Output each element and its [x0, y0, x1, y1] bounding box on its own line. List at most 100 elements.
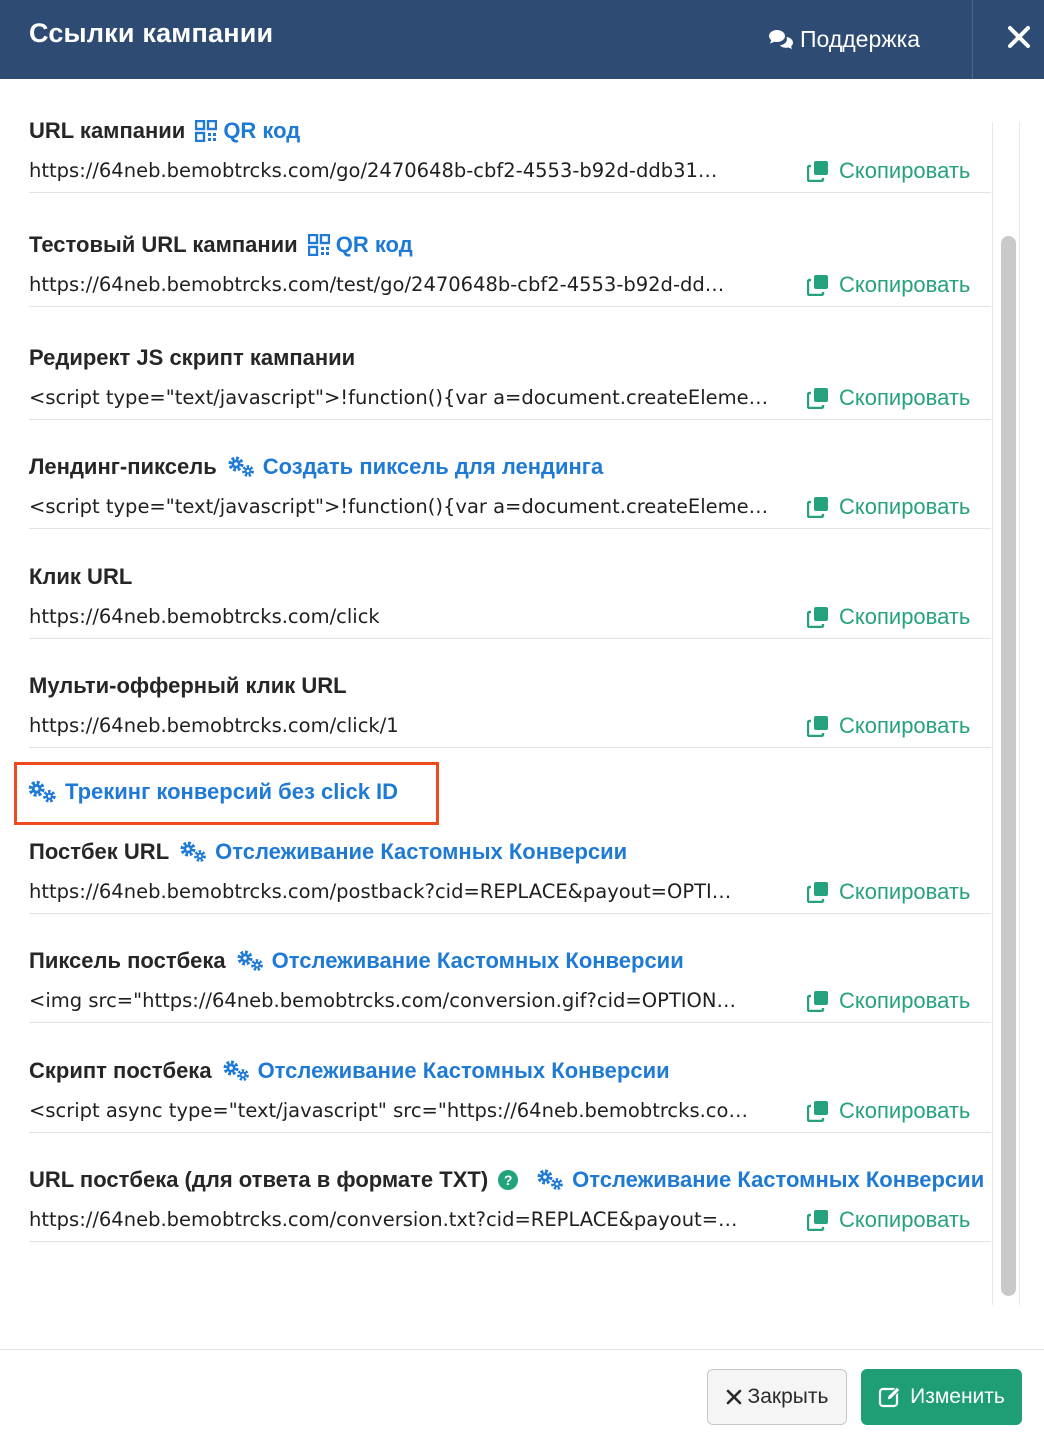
copy-label: Скопировать [839, 158, 971, 183]
link-item-postback-txt-url: URL постбека (для ответа в формате TXT) … [29, 1162, 991, 1242]
custom-conversions-link[interactable]: Отслеживание Кастомных Конверсии [236, 943, 684, 979]
copy-icon [807, 497, 828, 518]
tracking-without-click-id-link[interactable]: Трекинг конверсий без click ID [27, 779, 398, 805]
gears-icon [28, 780, 56, 803]
copy-icon [807, 1101, 828, 1122]
value-row: <script type="text/javascript">!function… [29, 376, 991, 420]
value-row: https://64neb.bemobtrcks.com/click Скопи… [29, 595, 991, 639]
link-item-click-url: Клик URL https://64neb.bemobtrcks.com/cl… [29, 559, 991, 639]
link-item-campaign-url: URL кампании QR код https://64neb.bemobt… [29, 113, 991, 193]
postback-pixel-value: <img src="https://64neb.bemobtrcks.com/c… [29, 989, 736, 1012]
copy-label: Скопировать [839, 988, 971, 1013]
tracking-without-click-id-label: Трекинг конверсий без click ID [65, 779, 399, 804]
postback-url-value: https://64neb.bemobtrcks.com/postback?ci… [29, 880, 732, 903]
copy-button[interactable]: Скопировать [807, 491, 970, 523]
copy-button[interactable]: Скопировать [807, 269, 970, 301]
item-label: Лендинг-пиксель [29, 454, 217, 479]
copy-label: Скопировать [839, 385, 971, 410]
copy-button[interactable]: Скопировать [807, 1204, 970, 1236]
value-row: <img src="https://64neb.bemobtrcks.com/c… [29, 979, 991, 1023]
support-link[interactable]: Поддержка [768, 24, 920, 54]
copy-button[interactable]: Скопировать [807, 382, 970, 414]
qr-icon [195, 120, 218, 142]
gears-icon [537, 1169, 564, 1190]
custom-conversions-link[interactable]: Отслеживание Кастомных Конверсии [222, 1053, 670, 1089]
custom-conversions-label: Отслеживание Кастомных Конверсии [271, 948, 684, 973]
postback-script-value: <script async type="text/javascript" src… [29, 1099, 748, 1122]
link-item-multi-offer-click-url: Мульти-офферный клик URL https://64neb.b… [29, 668, 991, 748]
value-row: https://64neb.bemobtrcks.com/click/1 Ско… [29, 704, 991, 748]
copy-button[interactable]: Скопировать [807, 710, 970, 742]
copy-label: Скопировать [839, 1207, 971, 1232]
create-landing-pixel-label: Создать пиксель для лендинга [262, 454, 604, 479]
value-row: https://64neb.bemobtrcks.com/test/go/247… [29, 263, 991, 307]
click-url-value: https://64neb.bemobtrcks.com/click [29, 605, 380, 628]
header-divider [972, 0, 973, 79]
copy-icon [807, 388, 828, 409]
scrollbar-thumb[interactable] [1001, 236, 1016, 1296]
edit-icon [879, 1386, 901, 1408]
copy-label: Скопировать [839, 604, 971, 629]
close-icon[interactable] [996, 14, 1042, 60]
qr-code-link-label: QR код [223, 118, 301, 143]
copy-label: Скопировать [839, 494, 971, 519]
link-item-postback-script: Скрипт постбека Отслеживание Кастомных К… [29, 1053, 991, 1133]
item-label: Скрипт постбека [29, 1058, 212, 1083]
qr-code-link[interactable]: QR код [307, 227, 413, 263]
copy-button[interactable]: Скопировать [807, 876, 970, 908]
gears-icon [228, 456, 254, 477]
copy-button[interactable]: Скопировать [807, 155, 970, 187]
copy-icon [807, 1210, 828, 1231]
link-item-test-url: Тестовый URL кампании QR код https://64n… [29, 227, 991, 307]
copy-button[interactable]: Скопировать [807, 985, 970, 1017]
edit-button-label: Изменить [910, 1385, 1005, 1408]
link-item-redirect-js: Редирект JS скрипт кампании <script type… [29, 340, 991, 420]
modal-body: URL кампании QR код https://64neb.bemobt… [0, 79, 1044, 1349]
test-url-value: https://64neb.bemobtrcks.com/test/go/247… [29, 273, 725, 296]
help-icon[interactable]: ? [498, 1170, 519, 1190]
value-row: https://64neb.bemobtrcks.com/postback?ci… [29, 870, 991, 914]
item-label: URL постбека (для ответа в формате TXT) [29, 1167, 489, 1192]
copy-icon [807, 607, 828, 628]
copy-button[interactable]: Скопировать [807, 601, 970, 633]
item-label: Постбек URL [29, 839, 170, 864]
close-button-label: Закрыть [747, 1385, 829, 1408]
create-landing-pixel-link[interactable]: Создать пиксель для лендинга [227, 449, 603, 485]
campaign-url-value: https://64neb.bemobtrcks.com/go/2470648b… [29, 159, 718, 182]
gears-icon [223, 1060, 249, 1081]
item-label: Тестовый URL кампании [29, 232, 298, 257]
edit-button[interactable]: Изменить [861, 1369, 1022, 1425]
custom-conversions-label: Отслеживание Кастомных Конверсии [257, 1058, 670, 1083]
qr-icon [307, 234, 330, 256]
gears-icon [237, 950, 263, 971]
copy-label: Скопировать [839, 1098, 971, 1123]
value-row: <script async type="text/javascript" src… [29, 1089, 991, 1133]
copy-label: Скопировать [839, 879, 971, 904]
copy-button[interactable]: Скопировать [807, 1095, 970, 1127]
custom-conversions-link[interactable]: Отслеживание Кастомных Конверсии [179, 834, 627, 870]
item-label: Мульти-офферный клик URL [29, 673, 347, 698]
copy-icon [807, 882, 828, 903]
copy-icon [807, 991, 828, 1012]
link-item-postback-url: Постбек URL Отслеживание Кастомных Конве… [29, 834, 991, 914]
support-label: Поддержка [800, 25, 920, 52]
modal-header: Ссылки кампании Поддержка [0, 0, 1044, 79]
value-row: <script type="text/javascript">!function… [29, 485, 991, 529]
copy-label: Скопировать [839, 272, 971, 297]
link-item-landing-pixel: Лендинг-пиксель Создать пиксель для ленд… [29, 449, 991, 529]
qr-code-link[interactable]: QR код [195, 113, 300, 149]
postback-txt-url-value: https://64neb.bemobtrcks.com/conversion.… [29, 1208, 738, 1231]
copy-icon [807, 275, 828, 296]
chat-icon [769, 30, 793, 49]
close-button[interactable]: Закрыть [707, 1369, 847, 1425]
item-label: URL кампании [29, 118, 186, 143]
redirect-js-value: <script type="text/javascript">!function… [29, 386, 769, 409]
item-label: Пиксель постбека [29, 948, 226, 973]
custom-conversions-link[interactable]: Отслеживание Кастомных Конверсии [536, 1162, 984, 1198]
item-label: Редирект JS скрипт кампании [29, 345, 356, 370]
gears-icon [180, 841, 207, 862]
value-row: https://64neb.bemobtrcks.com/conversion.… [29, 1198, 991, 1242]
custom-conversions-label: Отслеживание Кастомных Конверсии [215, 839, 628, 864]
modal-title: Ссылки кампании [29, 18, 274, 48]
qr-code-link-label: QR код [335, 232, 413, 257]
